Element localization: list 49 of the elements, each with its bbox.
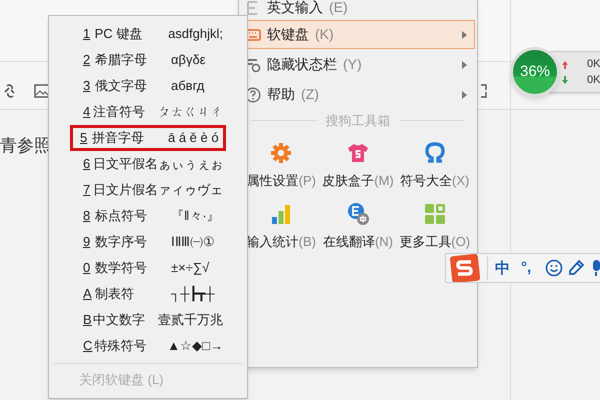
download-speed: 0K (587, 73, 600, 87)
keyboard-option[interactable]: 4 注音符号 ㄆㄊㄍㄐㄔ (70, 99, 226, 125)
menu-item-label: 隐藏状态栏 (267, 55, 337, 74)
shortcut-key: (Z) (301, 84, 319, 105)
shortcut-key: (Y) (343, 54, 362, 75)
menu-item-label: 英文输入 (267, 0, 323, 17)
keyboard-option[interactable]: 3 俄文字母 абвгд (70, 73, 226, 99)
tool-label[interactable]: 符号大全(X) (400, 170, 470, 190)
punctuation-toggle[interactable]: °, (521, 257, 532, 280)
menu-item-label: 帮助 (267, 85, 295, 104)
image-icon[interactable] (34, 83, 50, 99)
help-icon (245, 86, 261, 102)
keyboard-option[interactable]: C 特殊符号 ▲☆◆□→ (70, 333, 226, 359)
up-arrow-icon (562, 61, 568, 69)
toolbox-title: 搜狗工具箱 (326, 112, 390, 130)
logo-icon[interactable] (448, 254, 482, 282)
tool-label[interactable]: 更多工具(O) (399, 232, 470, 252)
shortcut-key: (E) (329, 0, 348, 18)
menu-item[interactable]: 帮助 (Z) (241, 80, 475, 109)
keyboard-option[interactable]: 6 日文平假名 ぁぃぅぇぉ (70, 151, 226, 177)
omega-icon[interactable] (422, 140, 447, 164)
submenu-arrow-icon (462, 60, 467, 68)
keyboard-option[interactable]: 8 标点符号 『‖々·』 (70, 203, 226, 229)
microphone-icon[interactable] (592, 259, 600, 277)
submenu-arrow-icon (462, 90, 467, 98)
down-arrow-icon (562, 76, 568, 84)
keyboard-option[interactable]: B中文数字 壹贰千万兆 (70, 307, 226, 333)
tool-label[interactable]: 属性设置(P) (246, 170, 316, 190)
translate-icon[interactable] (346, 202, 370, 226)
smiley-icon[interactable] (545, 259, 563, 277)
keyboard-option[interactable]: 1 PC 键盘 asdfghjkl; (70, 21, 226, 47)
keyboard-option[interactable]: 0 数学符号 ±×÷∑√ (70, 255, 226, 281)
submenu-arrow-icon (462, 30, 467, 38)
gear-icon[interactable] (269, 140, 294, 164)
menu-item-label: 软键盘 (267, 25, 309, 44)
tool-label[interactable]: 皮肤盒子(M) (322, 170, 394, 190)
pen-icon[interactable] (568, 259, 584, 276)
keyboard-option[interactable]: 9 数字序号 ⅠⅡⅢ㈠① (70, 229, 226, 255)
status-bar-icon (245, 56, 261, 72)
keyboard-option[interactable]: A 制表符 ┐┼┣┳┼ (70, 281, 226, 307)
chinese-mode-toggle[interactable]: 中 (495, 258, 510, 280)
keyboard-option[interactable]: 7 日文片假名 ァィゥヴェ (70, 177, 226, 203)
fullscreen-icon[interactable] (480, 84, 488, 98)
menu-item[interactable]: 英文输入 (E) (241, 0, 475, 19)
shortcut-key: (K) (315, 24, 334, 45)
keyboard-option[interactable]: 2 希腊字母 αβγδε (70, 47, 226, 73)
upload-speed: 0K (587, 57, 600, 71)
tool-label[interactable]: 在线翻译(N) (322, 232, 394, 252)
keyboard-option[interactable]: 5 拼音字母 ā á ě è ó (70, 125, 226, 151)
